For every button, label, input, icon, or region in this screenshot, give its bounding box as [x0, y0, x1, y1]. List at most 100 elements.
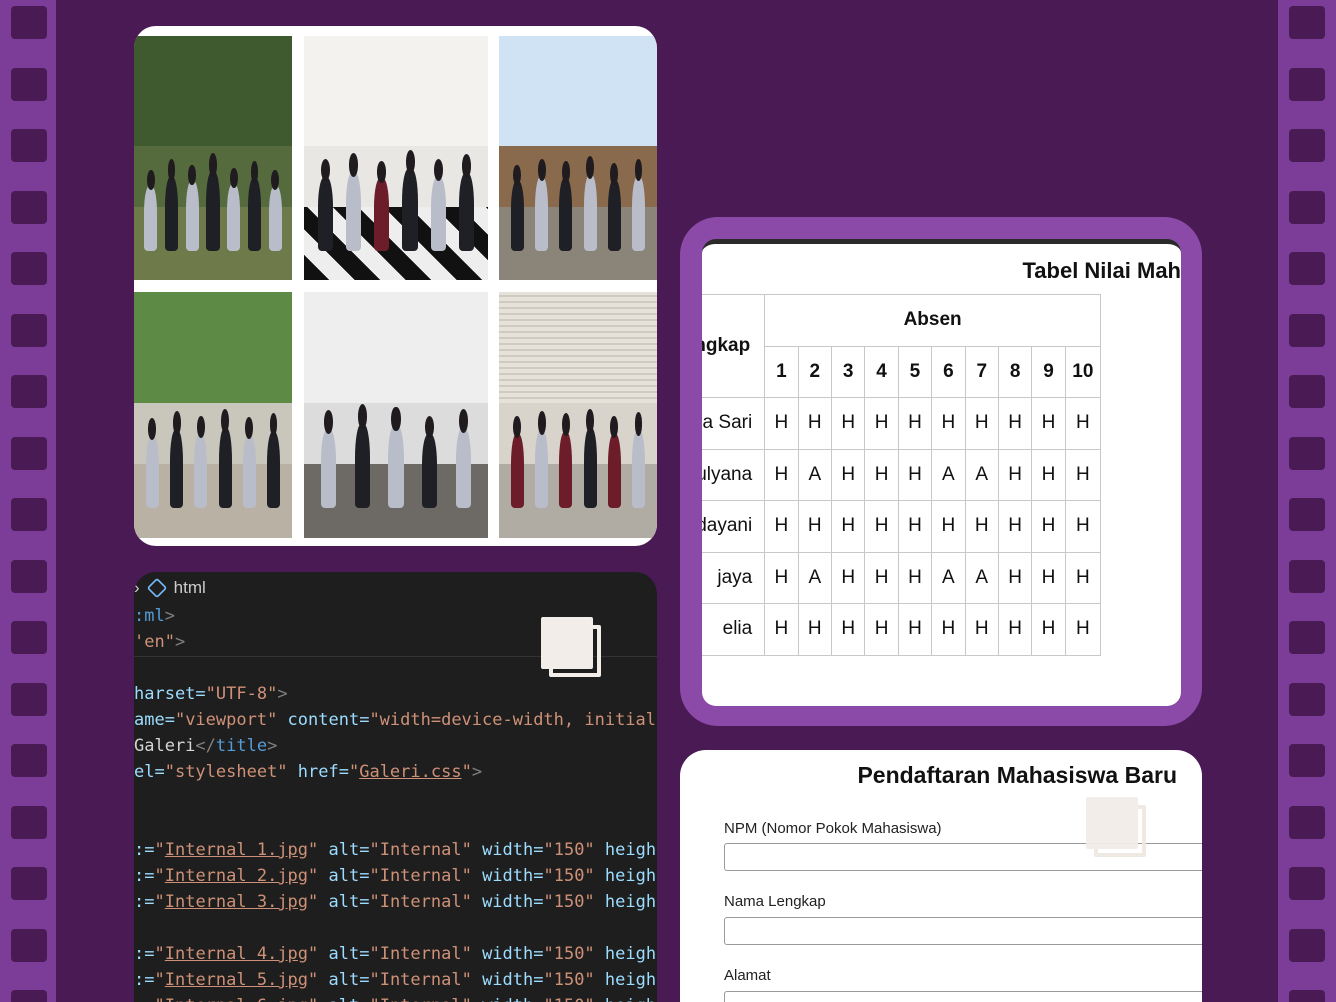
- attendance-cell: H: [864, 397, 899, 450]
- table-row: ulyanaHAHHHAAHHH: [702, 448, 1102, 501]
- film-hole: [1289, 498, 1325, 531]
- film-hole: [1289, 436, 1325, 470]
- attendance-cell: H: [964, 603, 999, 656]
- code-line: harset="UTF-8">: [134, 684, 288, 704]
- absen-number-header: 6: [931, 345, 966, 398]
- copy-icon: [541, 617, 601, 677]
- film-hole: [1289, 928, 1325, 962]
- attendance-cell: H: [864, 448, 899, 501]
- attendance-cell: H: [997, 448, 1033, 501]
- absen-number-header: 8: [997, 345, 1033, 398]
- form-title: Pendaftaran Mahasiswa Baru: [857, 762, 1177, 788]
- attendance-cell: H: [764, 500, 799, 553]
- code-line: Galeri</title>: [134, 736, 278, 756]
- student-name-cell: elia: [702, 603, 766, 656]
- attendance-cell: H: [997, 500, 1033, 553]
- code-line: 'en">: [134, 632, 186, 652]
- attendance-cell: H: [1064, 500, 1102, 553]
- code-line: ame="viewport" content="width=device-wid…: [134, 710, 657, 730]
- attendance-cell: H: [1064, 603, 1102, 656]
- attendance-cell: H: [931, 397, 966, 450]
- student-name-cell: ndayani: [702, 500, 766, 553]
- absen-number-header: 9: [1031, 345, 1066, 398]
- absen-number-header: 10: [1064, 345, 1102, 398]
- absen-number-header: 4: [864, 345, 899, 398]
- attendance-cell: H: [964, 500, 999, 553]
- film-hole: [11, 744, 47, 777]
- table-row: elia H H H H H H H H H H: [702, 603, 1102, 656]
- attendance-cell: A: [964, 448, 999, 501]
- attendance-cell: H: [997, 603, 1033, 656]
- attendance-cell: H: [1031, 551, 1066, 604]
- npm-label: NPM (Nomor Pokok Mahasiswa): [724, 820, 942, 837]
- attendance-cell: H: [1031, 603, 1066, 656]
- film-hole: [11, 990, 47, 1002]
- film-hole: [1289, 867, 1325, 900]
- film-hole: [1289, 375, 1325, 408]
- code-line: :="Internal 3.jpg" alt="Internal" width=…: [134, 892, 657, 912]
- absen-number-header: 3: [830, 345, 866, 398]
- attendance-cell: H: [897, 397, 933, 450]
- photo-collage: [134, 26, 657, 546]
- film-hole: [11, 805, 47, 839]
- group-photo-1: [134, 36, 292, 280]
- code-editor[interactable]: › html :ml> 'en"> harset="UTF-8"> ame="v…: [134, 572, 657, 1002]
- code-line: :="Internal 1.jpg" alt="Internal" width=…: [134, 840, 657, 860]
- attendance-cell: H: [931, 603, 966, 656]
- grades-table: engkap Absen 12345678910 nala SariHHHHHH…: [702, 294, 1102, 656]
- film-hole: [1289, 6, 1325, 39]
- table-row: nala SariHHHHHHHHHH: [702, 397, 1102, 450]
- student-name-cell: nala Sari: [702, 397, 766, 450]
- film-hole: [1289, 621, 1325, 654]
- breadcrumb[interactable]: › html: [134, 577, 206, 599]
- film-hole: [11, 559, 47, 593]
- film-hole: [11, 129, 47, 162]
- attendance-cell: H: [897, 603, 933, 656]
- attendance-cell: H: [997, 551, 1033, 604]
- attendance-cell: A: [964, 551, 999, 604]
- absen-number-header: 7: [964, 345, 999, 398]
- attendance-cell: H: [964, 397, 999, 450]
- film-hole: [11, 498, 47, 531]
- attendance-cell: H: [830, 397, 866, 450]
- attendance-cell: H: [1064, 397, 1102, 450]
- film-hole: [11, 867, 47, 900]
- film-hole: [1289, 252, 1325, 285]
- attendance-cell: H: [1031, 448, 1066, 501]
- attendance-cell: A: [797, 551, 832, 604]
- film-hole: [1289, 990, 1325, 1002]
- film-hole: [11, 190, 47, 224]
- code-line: :="Internal 5.jpg" alt="Internal" width=…: [134, 970, 657, 990]
- absen-header: Absen: [764, 294, 1101, 347]
- student-name-cell: jaya: [702, 551, 766, 604]
- attendance-cell: H: [797, 603, 832, 656]
- film-hole: [1289, 129, 1325, 162]
- film-hole: [11, 621, 47, 654]
- code-line: :="Internal 4.jpg" alt="Internal" width=…: [134, 944, 657, 964]
- attendance-cell: H: [797, 500, 832, 553]
- film-hole: [11, 928, 47, 962]
- nama-field[interactable]: [724, 917, 1202, 945]
- table-row: ndayaniHHHHHHHHHH: [702, 500, 1102, 553]
- cube-icon: [146, 577, 167, 599]
- film-hole: [1289, 190, 1325, 224]
- table-frame: Tabel Nilai Mah engkap Absen 12345678910…: [680, 217, 1202, 726]
- attendance-cell: H: [830, 551, 866, 604]
- attendance-cell: A: [797, 448, 832, 501]
- film-hole: [11, 67, 47, 101]
- film-hole: [1289, 67, 1325, 101]
- film-hole: [1289, 744, 1325, 777]
- absen-number-header: 1: [764, 345, 799, 398]
- group-photo-2: [304, 36, 488, 280]
- code-line: :="Internal 2.jpg" alt="Internal" width=…: [134, 866, 657, 886]
- film-hole: [1289, 559, 1325, 593]
- attendance-cell: H: [764, 603, 799, 656]
- film-hole: [11, 375, 47, 408]
- group-photo-6: [499, 292, 657, 538]
- attendance-cell: H: [897, 448, 933, 501]
- code-line: :ml>: [134, 606, 175, 626]
- attendance-cell: H: [864, 603, 899, 656]
- alamat-field[interactable]: [724, 991, 1202, 1002]
- attendance-cell: H: [897, 500, 933, 553]
- code-line: el="stylesheet" href="Galeri.css">: [134, 762, 483, 782]
